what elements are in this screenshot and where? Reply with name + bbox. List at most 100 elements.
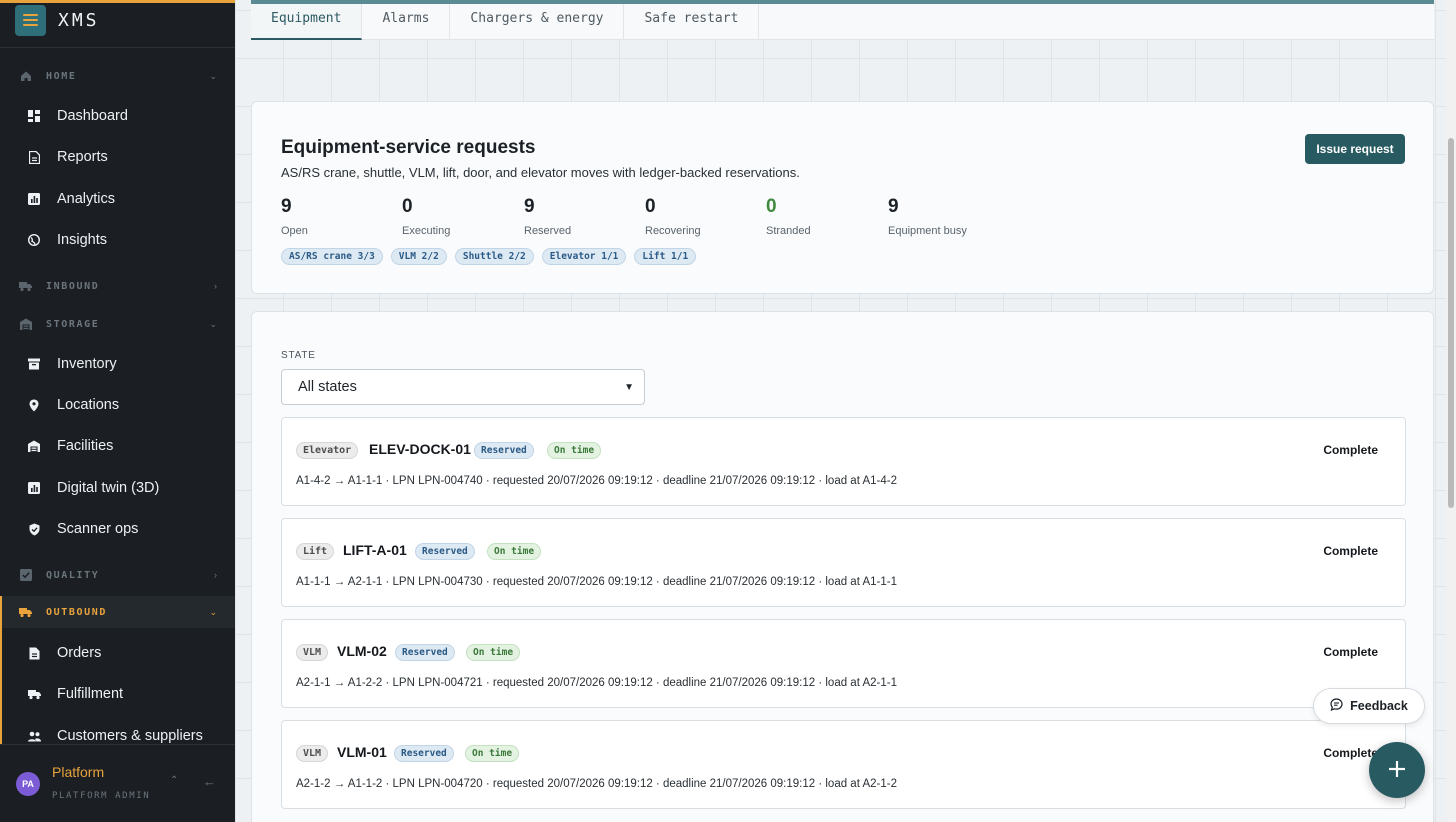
- feedback-label: Feedback: [1350, 699, 1408, 713]
- sidebar-item-label: Scanner ops: [57, 521, 139, 537]
- sidebar-item-scanner-ops[interactable]: Scanner ops: [0, 514, 235, 544]
- request-detail: A2-1-1 → A1-2-2 · LPN LPN-004721 · reque…: [296, 677, 897, 689]
- stat-label: Recovering: [645, 225, 701, 237]
- truck-icon: [19, 280, 32, 293]
- sidebar-item-label: Orders: [57, 645, 102, 661]
- sidebar-item-orders[interactable]: Orders: [0, 638, 235, 668]
- complete-button[interactable]: Complete: [1323, 443, 1378, 457]
- brand[interactable]: XMS: [15, 4, 100, 36]
- nav-section-label: HOME: [46, 70, 77, 82]
- tab-safe-restart[interactable]: Safe restart: [624, 0, 760, 40]
- chevron-right-icon: ›: [214, 281, 217, 291]
- sidebar-item-digital-twin[interactable]: Digital twin (3D): [0, 473, 235, 503]
- complete-button[interactable]: Complete: [1323, 746, 1378, 760]
- stat-recovering: 0 Recovering: [645, 196, 765, 237]
- state-filter-value: All states: [298, 379, 357, 395]
- menu-logo-icon[interactable]: [15, 4, 46, 36]
- stat-open: 9 Open: [281, 196, 401, 237]
- truck-icon: [19, 606, 32, 619]
- sidebar-item-dashboard[interactable]: Dashboard: [0, 101, 235, 131]
- sidebar-item-label: Inventory: [57, 356, 117, 372]
- request-row[interactable]: VLM VLM-02 Reserved On time Complete A2-…: [281, 619, 1406, 708]
- nav-section-label: QUALITY: [46, 569, 100, 581]
- state-filter-select[interactable]: All states ▼: [281, 369, 645, 405]
- complete-button[interactable]: Complete: [1323, 645, 1378, 659]
- dashboard-icon: [27, 109, 41, 123]
- sidebar-item-reports[interactable]: Reports: [0, 142, 235, 172]
- user-panel[interactable]: PA Platform PLATFORM ADMIN ⌃ ←: [0, 744, 235, 822]
- stat-label: Equipment busy: [888, 225, 967, 237]
- stat-label: Executing: [402, 225, 451, 237]
- sidebar-item-label: Digital twin (3D): [57, 480, 160, 496]
- sidebar-item-inventory[interactable]: Inventory: [0, 349, 235, 379]
- feedback-button[interactable]: Feedback: [1313, 688, 1425, 724]
- sidebar-item-label: Fulfillment: [57, 686, 124, 702]
- sidebar-item-locations[interactable]: Locations: [0, 390, 235, 420]
- stat-executing: 0 Executing: [402, 196, 522, 237]
- people-icon: [27, 729, 41, 743]
- nav-section-label: INBOUND: [46, 280, 100, 292]
- add-fab-button[interactable]: [1369, 742, 1425, 798]
- sidebar-item-facilities[interactable]: Facilities: [0, 431, 235, 461]
- request-row[interactable]: Lift LIFT-A-01 Reserved On time Complete…: [281, 518, 1406, 607]
- status-badge: Reserved: [474, 442, 534, 459]
- request-row[interactable]: VLM VLM-01 Reserved On time Complete A2-…: [281, 720, 1406, 809]
- sidebar-item-label: Dashboard: [57, 108, 128, 124]
- inventory-icon: [27, 357, 41, 371]
- sidebar-item-insights[interactable]: Insights: [0, 225, 235, 255]
- equipment-chip: AS/RS crane 3/3: [281, 248, 383, 265]
- request-row[interactable]: Elevator ELEV-DOCK-01 Reserved On time C…: [281, 417, 1406, 506]
- nav-section-label: STORAGE: [46, 318, 100, 330]
- chevron-up-icon[interactable]: ⌃: [170, 775, 178, 786]
- nav-section-home[interactable]: HOME ⌄: [0, 65, 235, 87]
- tab-equipment[interactable]: Equipment: [251, 0, 363, 40]
- shield-check-icon: [27, 522, 41, 536]
- tab-chargers-energy[interactable]: Chargers & energy: [450, 0, 625, 40]
- equipment-kind-badge: VLM: [296, 745, 329, 762]
- chevron-down-icon: ⌄: [209, 70, 217, 81]
- equipment-chips: AS/RS crane 3/3 VLM 2/2 Shuttle 2/2 Elev…: [281, 248, 697, 265]
- main-content: Equipment Alarms Chargers & energy Safe …: [235, 0, 1456, 822]
- tab-alarms[interactable]: Alarms: [362, 0, 451, 40]
- analytics-icon: [27, 192, 41, 206]
- stat-reserved: 9 Reserved: [524, 196, 644, 237]
- location-pin-icon: [27, 398, 41, 412]
- status-badge: Reserved: [395, 644, 455, 661]
- state-filter-label: STATE: [281, 350, 316, 361]
- stat-value: 0: [766, 196, 777, 217]
- issue-request-button[interactable]: Issue request: [1305, 134, 1405, 164]
- sidebar-item-fulfillment[interactable]: Fulfillment: [0, 679, 235, 709]
- avatar[interactable]: PA: [16, 772, 40, 796]
- stat-value: 9: [281, 196, 292, 217]
- complete-button[interactable]: Complete: [1323, 544, 1378, 558]
- chevron-down-icon: ⌄: [209, 606, 217, 617]
- checkbox-icon: [19, 569, 32, 582]
- equipment-chip: Lift 1/1: [634, 248, 697, 265]
- truck-icon: [27, 687, 41, 701]
- nav-section-inbound[interactable]: INBOUND ›: [0, 275, 235, 297]
- equipment-kind-badge: Lift: [296, 543, 335, 560]
- sidebar-item-label: Facilities: [57, 438, 114, 454]
- equipment-name: ELEV-DOCK-01: [369, 441, 471, 457]
- equipment-kind-badge: VLM: [296, 644, 329, 661]
- nav-section-quality[interactable]: QUALITY ›: [0, 564, 235, 586]
- collapse-sidebar-icon[interactable]: ←: [203, 774, 216, 789]
- nav-section-storage[interactable]: STORAGE ⌄: [0, 313, 235, 335]
- status-badge: Reserved: [394, 745, 454, 762]
- summary-card: Equipment-service requests AS/RS crane, …: [251, 101, 1434, 294]
- scrollbar-thumb[interactable]: [1448, 138, 1454, 508]
- order-icon: [27, 646, 41, 660]
- scrollbar[interactable]: [1446, 0, 1456, 822]
- page-title: Equipment-service requests: [281, 137, 536, 158]
- nav-section-outbound[interactable]: OUTBOUND ⌄: [0, 601, 235, 623]
- warehouse-icon: [19, 318, 32, 331]
- sidebar-item-label: Analytics: [57, 191, 116, 207]
- request-detail: A1-4-2 → A1-1-1 · LPN LPN-004740 · reque…: [296, 475, 897, 487]
- digital-twin-icon: [27, 481, 41, 495]
- chevron-right-icon: ›: [214, 570, 217, 580]
- requests-card: STATE All states ▼ Elevator ELEV-DOCK-01…: [251, 311, 1434, 822]
- timing-badge: On time: [465, 745, 520, 762]
- sidebar-divider: [0, 47, 235, 48]
- equipment-name: LIFT-A-01: [343, 542, 407, 558]
- sidebar-item-analytics[interactable]: Analytics: [0, 184, 235, 214]
